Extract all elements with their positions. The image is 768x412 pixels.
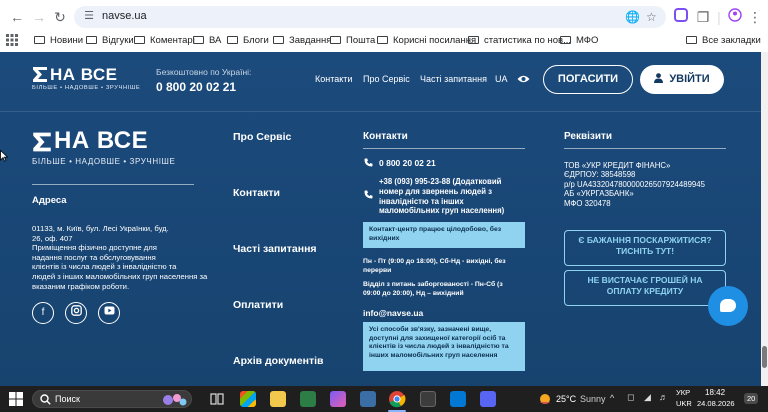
weather-sunny-icon[interactable] bbox=[537, 391, 553, 407]
chrome-browser-icon[interactable] bbox=[388, 390, 406, 408]
volume-icon[interactable]: ♬ bbox=[659, 392, 668, 402]
bookmark-mfo[interactable]: МФО bbox=[560, 34, 598, 48]
chat-app-icon[interactable] bbox=[480, 391, 496, 407]
folder-icon bbox=[134, 36, 145, 44]
profile-icon[interactable] bbox=[726, 8, 744, 26]
search-highlight-icon bbox=[163, 394, 187, 406]
folder-icon bbox=[227, 36, 238, 44]
folder-icon bbox=[468, 36, 479, 44]
header-phone[interactable]: 0 800 20 02 21 bbox=[156, 80, 236, 94]
taskbar-search[interactable]: Поиск bbox=[32, 390, 192, 408]
bookmark-blogy[interactable]: Блоги bbox=[227, 34, 269, 48]
notepad-app-icon[interactable] bbox=[360, 391, 376, 407]
back-arrow-icon[interactable]: ← bbox=[8, 8, 26, 26]
url-text: navse.ua bbox=[102, 10, 147, 22]
folder-icon bbox=[273, 36, 284, 44]
header-logo-tagline: БІЛЬШЕ • НАДОВШЕ • ЗРУЧНІШЕ bbox=[32, 85, 141, 91]
bookmarks-bar: Новини Відгуки Коментарі ВА Блоги Завдан… bbox=[0, 31, 768, 51]
bookmark-statystyka[interactable]: статистика по нов... bbox=[468, 34, 571, 48]
page-scrollbar[interactable] bbox=[761, 52, 768, 386]
site-page: НА ВСЕ БІЛЬШЕ • НАДОВШЕ • ЗРУЧНІШЕ Безко… bbox=[0, 52, 768, 386]
taskbar-app-icon[interactable] bbox=[420, 391, 436, 407]
bookmark-zavdannya[interactable]: Завдання bbox=[273, 34, 331, 48]
clock-date[interactable]: 24.08.2026 bbox=[697, 399, 735, 408]
all-bookmarks[interactable]: Все закладки bbox=[686, 34, 761, 48]
address-row: ← → ↻ ☰ navse.ua 🌐 ☆ ❐ | ⋮ bbox=[0, 5, 768, 31]
input-lang-top[interactable]: УКР bbox=[676, 388, 690, 397]
copilot-app-icon[interactable] bbox=[330, 391, 346, 407]
folder-icon bbox=[34, 36, 45, 44]
repay-button[interactable]: ПОГАСИТИ bbox=[543, 65, 633, 94]
nav-faq[interactable]: Часті запитання bbox=[420, 74, 487, 84]
weather-status[interactable]: Sunny bbox=[580, 394, 606, 404]
translate-icon[interactable]: 🌐 bbox=[625, 9, 640, 25]
bookmark-poshta[interactable]: Пошта bbox=[330, 34, 375, 48]
complaint-button[interactable]: Є БАЖАННЯ ПОСКАРЖИТИСЯ? ТИСНІТЬ ТУТ! bbox=[564, 230, 726, 266]
logo-sigma-icon bbox=[33, 67, 47, 82]
browser-chrome: ← → ↻ ☰ navse.ua 🌐 ☆ ❐ | ⋮ Новини Відгук… bbox=[0, 0, 768, 52]
temperature[interactable]: 25°C bbox=[556, 394, 576, 404]
menu-dots-icon[interactable]: ⋮ bbox=[746, 8, 764, 26]
folder-icon bbox=[330, 36, 341, 44]
site-info-icon[interactable]: ☰ bbox=[82, 9, 96, 23]
chat-icon bbox=[720, 299, 736, 312]
excel-app-icon[interactable] bbox=[300, 391, 316, 407]
notification-count-badge[interactable]: 20 bbox=[744, 393, 759, 404]
folder-icon bbox=[686, 36, 697, 44]
nav-about[interactable]: Про Сервіс bbox=[363, 74, 410, 84]
extension-color-icon[interactable] bbox=[672, 8, 690, 26]
header-logo[interactable]: НА ВСЕ bbox=[50, 65, 118, 85]
folder-icon bbox=[193, 36, 204, 44]
forward-arrow-icon[interactable]: → bbox=[30, 8, 48, 26]
header-divider bbox=[0, 111, 768, 112]
folder-icon bbox=[86, 36, 97, 44]
nav-contacts[interactable]: Контакти bbox=[315, 74, 352, 84]
wifi-icon[interactable]: ◢ bbox=[644, 392, 651, 403]
login-button[interactable]: УВІЙТИ bbox=[640, 65, 724, 94]
folder-icon bbox=[377, 36, 388, 44]
user-icon bbox=[654, 73, 664, 83]
bookmark-komentari[interactable]: Коментарі bbox=[134, 34, 195, 48]
reload-icon[interactable]: ↻ bbox=[51, 8, 69, 26]
telegram-app-icon[interactable] bbox=[450, 391, 466, 407]
store-app-icon[interactable] bbox=[240, 391, 256, 407]
free-call-label: Безкоштовно по Україні: bbox=[156, 67, 252, 77]
clock-time[interactable]: 18:42 bbox=[705, 388, 725, 397]
folder-icon bbox=[560, 36, 571, 44]
bookmark-novyny[interactable]: Новини bbox=[34, 34, 83, 48]
accessibility-eye-icon[interactable] bbox=[517, 74, 530, 84]
address-bar[interactable]: ☰ navse.ua 🌐 ☆ bbox=[74, 6, 666, 28]
tray-expand-icon[interactable]: ^ bbox=[610, 393, 614, 403]
input-lang-bottom[interactable]: UKR bbox=[676, 399, 692, 408]
bookmark-korysni[interactable]: Корисні посилання bbox=[377, 34, 476, 48]
windows-start-icon[interactable] bbox=[9, 392, 23, 406]
windows-taskbar: Поиск 25°C Sunny ^ ◻ ◢ ♬ УКР UKR 18:42 2… bbox=[0, 386, 768, 412]
lang-switch[interactable]: UA bbox=[495, 74, 508, 84]
mouse-cursor-icon bbox=[0, 150, 8, 162]
apps-grid-icon[interactable] bbox=[6, 34, 18, 48]
file-explorer-icon[interactable] bbox=[270, 391, 286, 407]
payment-help-button[interactable]: НЕ ВИСТАЧАЄ ГРОШЕЙ НА ОПЛАТУ КРЕДИТУ bbox=[564, 270, 726, 306]
task-view-icon[interactable] bbox=[210, 392, 224, 406]
bookmark-va[interactable]: ВА bbox=[193, 34, 221, 48]
bookmark-star-icon[interactable]: ☆ bbox=[646, 9, 657, 25]
scrollbar-thumb[interactable] bbox=[762, 346, 767, 368]
tray-app-icon[interactable]: ◻ bbox=[627, 392, 634, 403]
bookmark-vidguky[interactable]: Відгуки bbox=[86, 34, 134, 48]
chat-button[interactable] bbox=[708, 286, 748, 326]
search-icon bbox=[40, 394, 51, 405]
